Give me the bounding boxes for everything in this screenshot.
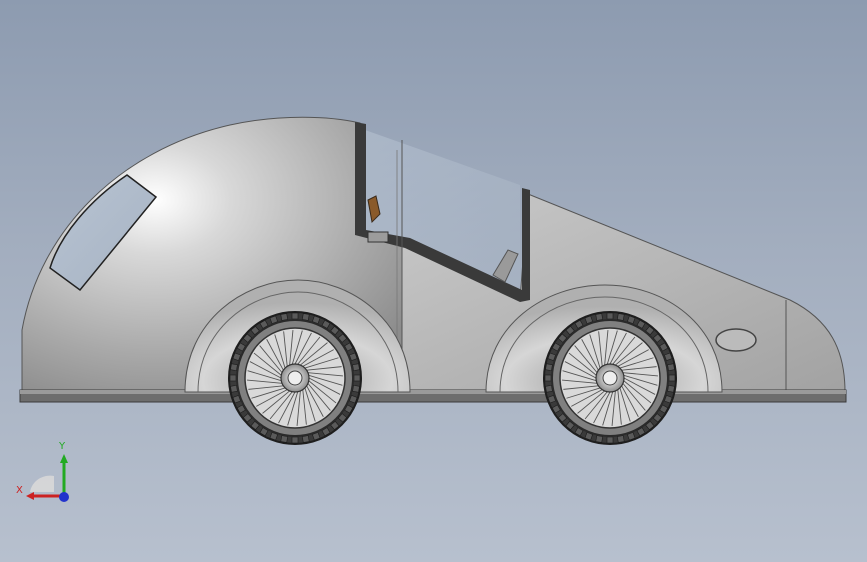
reference-triad (26, 454, 69, 502)
x-axis-label: X (16, 485, 23, 496)
tire-tread (230, 384, 238, 393)
tire-tread (230, 363, 238, 372)
rear-light (715, 328, 757, 352)
graphics-viewport[interactable]: X Y (0, 0, 867, 562)
tire-tread (545, 363, 553, 372)
tire-tread (291, 312, 299, 320)
rear-wheel[interactable] (543, 311, 677, 445)
tire-tread (667, 384, 675, 393)
front-wheel[interactable] (228, 311, 362, 445)
tire-tread (616, 435, 625, 443)
tire-tread (352, 384, 360, 393)
tire-tread (668, 374, 676, 382)
tire-tread (291, 436, 299, 444)
tire-tread (544, 374, 552, 382)
z-axis-dot (59, 492, 69, 502)
tire-tread (616, 313, 625, 321)
tire-tread (280, 435, 289, 443)
tire-tread (606, 436, 614, 444)
tire-tread (595, 313, 604, 321)
tire-tread (545, 384, 553, 393)
tire-tread (229, 374, 237, 382)
tire-tread (353, 374, 361, 382)
tire-tread (352, 363, 360, 372)
tire-tread (280, 313, 289, 321)
car-model[interactable] (0, 0, 867, 562)
y-axis-label: Y (59, 441, 66, 452)
tire-tread (667, 363, 675, 372)
tire-tread (606, 312, 614, 320)
tire-tread (301, 313, 310, 321)
tire-tread (301, 435, 310, 443)
tire-tread (595, 435, 604, 443)
